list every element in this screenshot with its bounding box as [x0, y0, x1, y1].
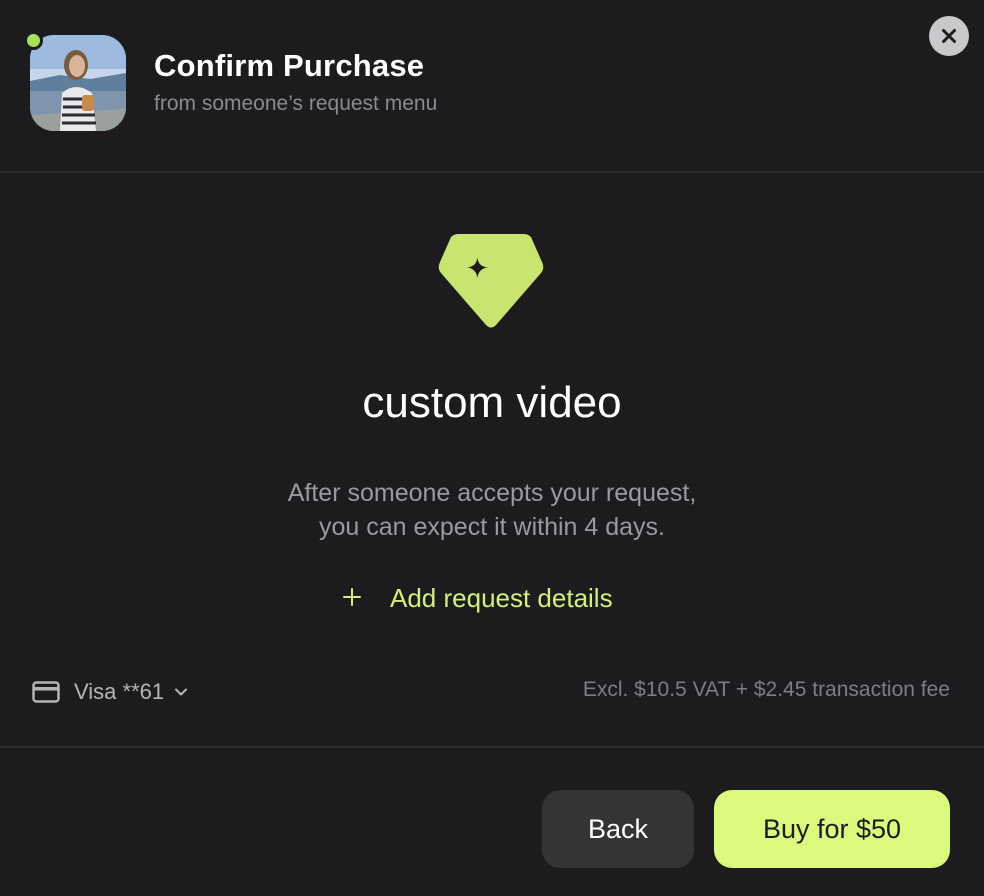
page-subtitle: from someone’s request menu: [154, 92, 438, 115]
modal-header: Confirm Purchase from someone’s request …: [0, 0, 984, 172]
header-divider: [0, 171, 984, 173]
back-button[interactable]: Back: [542, 790, 694, 868]
close-icon: [942, 29, 956, 43]
payment-method-label: Visa **61: [74, 679, 165, 704]
credit-card-icon: [32, 681, 60, 703]
product-name: custom video: [362, 378, 622, 427]
online-status-dot: [24, 31, 43, 50]
add-request-details-label: Add request details: [390, 582, 613, 613]
confirm-purchase-modal: Confirm Purchase from someone’s request …: [0, 0, 984, 896]
description-line-2: you can expect it within 4 days.: [318, 513, 666, 541]
close-button[interactable]: [929, 16, 969, 56]
footer-divider: [0, 746, 984, 748]
fee-note: Excl. $10.5 VAT + $2.45 transaction fee: [582, 678, 950, 701]
avatar-container: [24, 31, 126, 131]
avatar: [30, 35, 126, 131]
product-description: After someone accepts your request, you …: [0, 476, 984, 544]
plus-icon: [340, 581, 364, 615]
page-title: Confirm Purchase: [154, 48, 425, 83]
payment-method-selector[interactable]: Visa **61: [32, 674, 188, 710]
add-request-details-button[interactable]: Add request details: [340, 580, 613, 616]
chevron-down-icon: [174, 687, 188, 697]
avatar-photo: [30, 35, 126, 131]
description-line-1: After someone accepts your request,: [287, 479, 697, 507]
gem-sparkle-icon: [436, 232, 546, 330]
buy-button[interactable]: Buy for $50: [714, 790, 950, 868]
